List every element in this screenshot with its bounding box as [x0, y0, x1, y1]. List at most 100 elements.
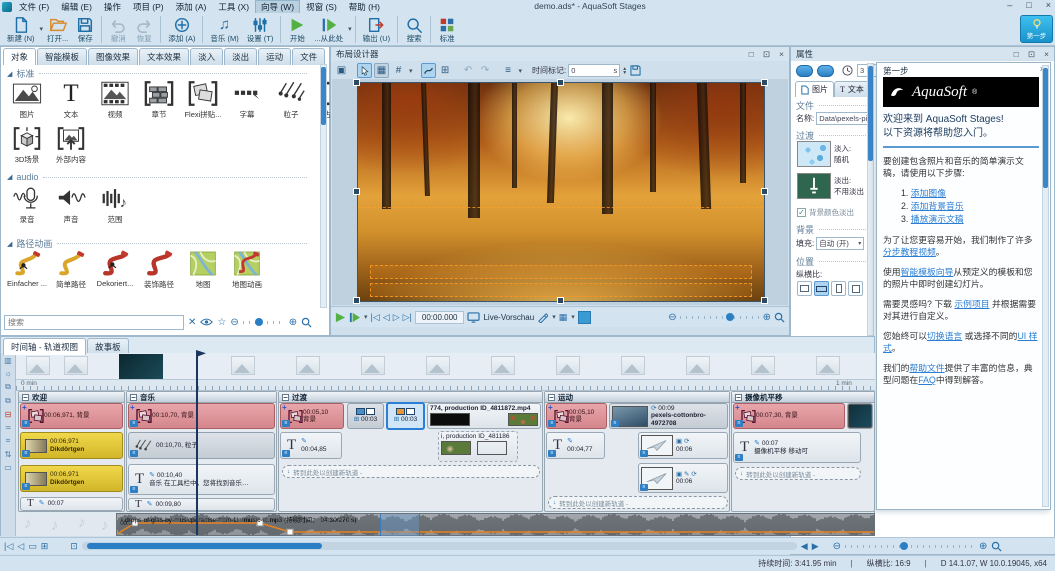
new-button[interactable]: 新建 (N): [3, 15, 39, 44]
grid-view-icon[interactable]: ⊞: [41, 541, 49, 552]
list-options-icon[interactable]: ≡: [501, 63, 516, 78]
collapse-icon[interactable]: –: [22, 394, 29, 401]
object-item-particles[interactable]: 粒子: [269, 80, 313, 120]
clip-options-icon[interactable]: [130, 450, 138, 457]
first-steps-button[interactable]: 第一步: [1020, 15, 1053, 43]
time-marker-input[interactable]: 0s: [568, 64, 620, 77]
collapse-icon[interactable]: –: [282, 394, 289, 401]
clip-text-2[interactable]: T✎00:09,80: [128, 498, 275, 511]
clip-text-motion[interactable]: T✎00:04,77: [546, 432, 605, 459]
clip-text-transitions[interactable]: T✎00:04,85: [280, 432, 342, 459]
object-item-map-animation[interactable]: 地图动画: [225, 250, 269, 290]
subtitle-placeholder-2[interactable]: [370, 283, 752, 297]
clip-flexi-background[interactable]: +00:10,70, 背景: [128, 403, 275, 429]
collapse-icon[interactable]: –: [130, 394, 137, 401]
save-marker-icon[interactable]: [629, 64, 642, 77]
play-options-icon[interactable]: ▾: [364, 313, 368, 321]
play-from-here-button[interactable]: ...从此处: [310, 15, 347, 44]
wizard-tool-icon[interactable]: ☼: [4, 369, 11, 378]
tab-motion[interactable]: 运动: [258, 48, 291, 65]
clip-options-icon[interactable]: [735, 454, 743, 461]
clip-particles[interactable]: 00:10,70, 粒子: [128, 432, 275, 459]
section-path-animations[interactable]: ◢路径动画: [7, 237, 307, 250]
clip-options-icon[interactable]: [548, 450, 556, 457]
preview-zoom-slider[interactable]: [680, 316, 760, 319]
close-icon[interactable]: ×: [1046, 0, 1051, 10]
menu-project[interactable]: 项目 (P): [128, 1, 169, 13]
tab-smart-templates[interactable]: 智能模板: [37, 48, 87, 65]
clip-flexi-background[interactable]: +00:06,971, 背景: [20, 403, 123, 429]
tab-fade-in[interactable]: 淡入: [190, 48, 223, 65]
eye-icon[interactable]: [200, 317, 213, 327]
help-link[interactable]: 智能模板向导: [901, 267, 954, 277]
rotate-left-icon[interactable]: ↶: [461, 63, 476, 78]
fade-in-thumbnail[interactable]: [797, 141, 831, 167]
object-item-chapter[interactable]: 章节: [137, 80, 181, 120]
menu-tools[interactable]: 工具 (X): [213, 1, 254, 13]
properties-maximize-icon[interactable]: □: [1014, 49, 1019, 60]
subtitle-placeholder-1[interactable]: [370, 265, 752, 279]
clip-flexi-background[interactable]: +00:05,10背景: [280, 403, 344, 429]
menu-file[interactable]: 文件 (F): [14, 1, 54, 13]
clear-search-icon[interactable]: ✕: [188, 317, 196, 328]
collapse-icon[interactable]: –: [735, 394, 742, 401]
clip-transition-2-selected[interactable]: ⊞ 00:03: [386, 402, 425, 430]
menu-wizards[interactable]: 向导 (W): [256, 1, 299, 13]
tab-text-properties[interactable]: T文本: [834, 81, 870, 97]
timeline-overview[interactable]: [16, 353, 875, 380]
export-button[interactable]: 输出 (U): [359, 15, 395, 44]
tab-text-effects[interactable]: 文本效果: [139, 48, 189, 65]
add-button[interactable]: 添加 (A): [164, 15, 199, 44]
aspect-1-1-icon[interactable]: [848, 281, 863, 296]
fade-out-row[interactable]: 淡出:不用淡出: [797, 173, 864, 199]
fit-view-icon[interactable]: ▭: [28, 541, 37, 552]
object-item-range[interactable]: ♪范围: [93, 185, 137, 225]
new-track-drop-zone[interactable]: ↓转到此处以创建新轨道 -: [282, 465, 540, 478]
object-item-flexi-collage[interactable]: Flexi拼贴...: [181, 80, 225, 120]
object-item-subtitle[interactable]: 字幕: [225, 80, 269, 120]
tl-magnifier-icon[interactable]: [991, 541, 1002, 552]
layers-icon[interactable]: ⧉: [5, 382, 11, 392]
selection-handle[interactable]: [557, 297, 564, 304]
tab-fade-out[interactable]: 淡出: [224, 48, 257, 65]
clip-image-plane-2[interactable]: ▣ ✎ ⟳00:06: [638, 463, 728, 493]
section-audio[interactable]: ◢audio: [7, 172, 307, 182]
select-tool-icon[interactable]: [357, 63, 372, 78]
object-item-simple-path[interactable]: 简单路径: [49, 250, 93, 290]
clip-options-icon[interactable]: [282, 420, 290, 427]
object-item-recording[interactable]: 录音: [5, 185, 49, 225]
audio-clip[interactable]: ♪ drops-of-glas-by-musicparadise-from-fi…: [116, 513, 875, 536]
bg-fade-checkbox-row[interactable]: ✓ 背景颜色淡出: [797, 207, 854, 218]
save-button[interactable]: 保存: [72, 15, 98, 44]
help-link[interactable]: 示例项目: [954, 299, 989, 309]
clip-video-cottonbro[interactable]: ⟳ 00:09pexels-cottonbro-4972708: [609, 403, 728, 429]
tl-zoom-in-icon[interactable]: ⊕: [979, 541, 987, 552]
duplicate-icon[interactable]: ⧉: [5, 396, 11, 406]
help-link[interactable]: 切换语言: [927, 331, 962, 341]
tab-image-properties[interactable]: 图片: [795, 81, 834, 97]
selection-handle[interactable]: [761, 297, 768, 304]
collapse-icon[interactable]: –: [548, 394, 555, 401]
clip-options-icon[interactable]: [22, 420, 30, 427]
go-marker-icon[interactable]: ◁: [17, 541, 24, 552]
display-mode-icon[interactable]: ▦: [559, 312, 568, 323]
standard-layout-button[interactable]: 标准: [434, 15, 460, 44]
time-down-icon[interactable]: ▼: [622, 71, 627, 75]
timeline-zoom-slider[interactable]: [845, 545, 975, 548]
help-link-play-show[interactable]: 播放演示文稿: [911, 214, 964, 224]
designer-maximize-icon[interactable]: □: [749, 49, 754, 60]
fade-out-thumbnail[interactable]: [797, 173, 831, 199]
preview-zoom-out-icon[interactable]: ⊖: [668, 312, 676, 323]
settings-button[interactable]: 设置 (T): [243, 15, 278, 44]
tab-objects[interactable]: 对象: [3, 48, 36, 65]
selection-handle[interactable]: [353, 79, 360, 86]
zoom-in-icon[interactable]: ⊕: [289, 317, 297, 328]
pen-tool-icon[interactable]: [537, 312, 548, 323]
object-item-map[interactable]: 地图: [181, 250, 225, 290]
play-from-marker-icon[interactable]: [349, 312, 360, 323]
preview-image[interactable]: [357, 82, 765, 302]
object-item-decorated-path[interactable]: Dekoriert...: [93, 250, 137, 290]
selection-handle[interactable]: [761, 188, 768, 195]
new-track-drop-zone[interactable]: ↓转到此处以创建新轨道 -: [735, 467, 861, 480]
help-link-add-images[interactable]: 添加图像: [911, 188, 946, 198]
